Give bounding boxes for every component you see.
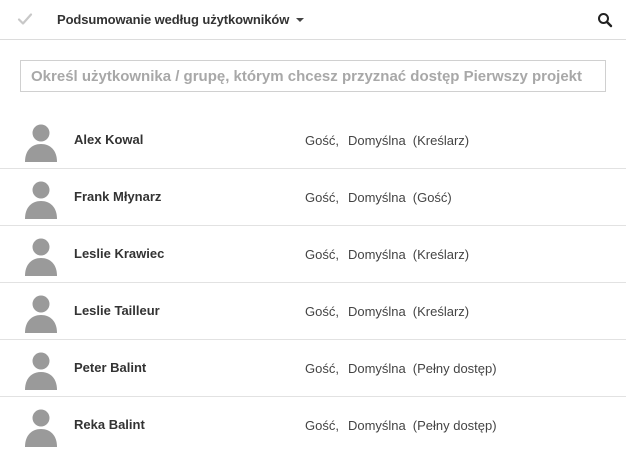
avatar-icon — [25, 295, 57, 333]
user-list: Alex Kowal Gość, Domyślna (Kreślarz) Frank… — [0, 112, 626, 454]
check-icon[interactable] — [17, 11, 33, 27]
user-type: Gość, — [305, 361, 339, 376]
user-role: (Kreślarz) — [412, 247, 470, 262]
user-profile: Domyślna — [347, 247, 406, 262]
user-permissions: Gość, Domyślna (Gość) — [305, 190, 452, 205]
user-row[interactable]: Leslie Tailleur Gość, Domyślna (Kreślarz) — [0, 283, 626, 340]
user-profile: Domyślna — [347, 361, 406, 376]
user-name: Peter Balint — [74, 360, 147, 375]
user-permissions: Gość, Domyślna (Kreślarz) — [305, 247, 469, 262]
user-permissions: Gość, Domyślna (Pełny dostęp) — [305, 361, 497, 376]
user-profile: Domyślna — [347, 133, 406, 148]
user-role: (Gość) — [412, 190, 452, 205]
user-row[interactable]: Peter Balint Gość, Domyślna (Pełny dostęp) — [0, 340, 626, 397]
user-name: Reka Balint — [74, 417, 145, 432]
user-name: Leslie Krawiec — [74, 246, 165, 261]
user-type: Gość, — [305, 304, 339, 319]
user-permissions: Gość, Domyślna (Kreślarz) — [305, 133, 469, 148]
user-name: Leslie Tailleur — [74, 303, 160, 318]
user-profile: Domyślna — [347, 418, 406, 433]
user-type: Gość, — [305, 247, 339, 262]
user-role: (Kreślarz) — [412, 304, 470, 319]
search-icon[interactable] — [597, 12, 613, 28]
avatar-icon — [25, 238, 57, 276]
avatar-icon — [25, 352, 57, 390]
toolbar: Podsumowanie według użytkowników — [0, 0, 626, 40]
user-search-input[interactable] — [21, 61, 605, 91]
user-row[interactable]: Alex Kowal Gość, Domyślna (Kreślarz) — [0, 112, 626, 169]
user-permissions: Gość, Domyślna (Pełny dostęp) — [305, 418, 497, 433]
caret-down-icon — [296, 17, 305, 22]
user-profile: Domyślna — [347, 304, 406, 319]
user-type: Gość, — [305, 190, 339, 205]
user-role: (Kreślarz) — [412, 133, 470, 148]
avatar-icon — [25, 181, 57, 219]
user-search-field — [20, 60, 606, 92]
user-name: Frank Młynarz — [74, 189, 162, 204]
user-type: Gość, — [305, 418, 339, 433]
summary-dropdown-label: Podsumowanie według użytkowników — [57, 12, 290, 27]
user-row[interactable]: Leslie Krawiec Gość, Domyślna (Kreślarz) — [0, 226, 626, 283]
avatar-icon — [25, 124, 57, 162]
user-role: (Pełny dostęp) — [412, 361, 497, 376]
user-type: Gość, — [305, 133, 339, 148]
user-profile: Domyślna — [347, 190, 406, 205]
user-permissions: Gość, Domyślna (Kreślarz) — [305, 304, 469, 319]
user-role: (Pełny dostęp) — [412, 418, 497, 433]
user-row[interactable]: Reka Balint Gość, Domyślna (Pełny dostęp) — [0, 397, 626, 454]
summary-dropdown[interactable]: Podsumowanie według użytkowników — [57, 12, 305, 27]
user-row[interactable]: Frank Młynarz Gość, Domyślna (Gość) — [0, 169, 626, 226]
user-name: Alex Kowal — [74, 132, 144, 147]
avatar-icon — [25, 409, 57, 447]
